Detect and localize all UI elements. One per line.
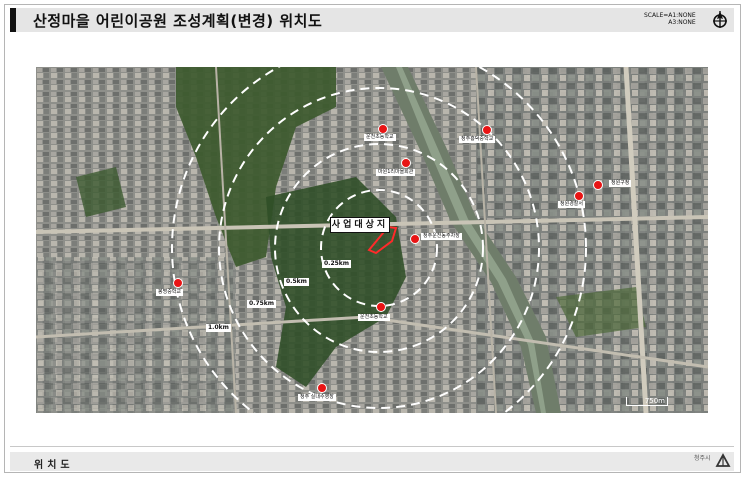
landmark-label: 청주운천동주차장 bbox=[421, 233, 462, 240]
city-logo: 청주시 bbox=[694, 453, 734, 470]
landmark-marker[interactable] bbox=[574, 191, 584, 201]
landmark-marker[interactable] bbox=[410, 234, 420, 244]
title-accent bbox=[10, 8, 16, 32]
landmark-marker[interactable] bbox=[401, 158, 411, 168]
page-title: 산정마을 어린이공원 조성계획(변경) 위치도 bbox=[33, 12, 323, 30]
city-logo-icon bbox=[715, 453, 731, 467]
ring-label-075km: 0.75km bbox=[247, 300, 277, 308]
landmark-label: 운천초등학교 bbox=[364, 134, 396, 141]
landmark-label: 봉명중학교 bbox=[156, 289, 184, 296]
logo-text: 청주시 bbox=[694, 455, 711, 462]
landmark-marker[interactable] bbox=[317, 383, 327, 393]
landmark-marker[interactable] bbox=[593, 180, 603, 190]
ring-label-025km: 0.25km bbox=[322, 260, 352, 268]
map-canvas bbox=[36, 67, 708, 413]
project-site-label: 사업대상지 bbox=[330, 217, 390, 233]
landmark-marker[interactable] bbox=[482, 125, 492, 135]
footer-label: 위치도 bbox=[34, 460, 74, 471]
landmark-label: 청주 실내수영장 bbox=[298, 394, 336, 401]
landmark-label: 청주흥덕중학교 bbox=[459, 136, 496, 143]
north-arrow-icon bbox=[713, 11, 727, 28]
location-map[interactable]: 사업대상지 0.25km 0.5km 0.75km 1.0km 운천초등학교 마… bbox=[36, 67, 708, 413]
ring-label-05km: 0.5km bbox=[284, 278, 309, 286]
scale-line-2: A3:NONE bbox=[668, 19, 696, 26]
footer-divider bbox=[10, 446, 734, 447]
map-scale: 750m bbox=[626, 397, 668, 406]
landmark-marker[interactable] bbox=[173, 278, 183, 288]
scale-note: SCALE=A1:NONE A3:NONE bbox=[644, 12, 696, 26]
landmark-label: 운천초등학교 bbox=[358, 314, 390, 321]
landmark-label: 청원경찰서 bbox=[558, 201, 586, 208]
scale-line-1: SCALE=A1:NONE bbox=[644, 12, 696, 19]
footer-bar bbox=[10, 452, 734, 471]
ring-label-10km: 1.0km bbox=[206, 324, 231, 332]
landmark-label: 청원구청 bbox=[609, 180, 632, 187]
landmark-marker[interactable] bbox=[378, 124, 388, 134]
landmark-label: 마원1리마을회관 bbox=[376, 169, 416, 176]
landmark-marker[interactable] bbox=[376, 302, 386, 312]
